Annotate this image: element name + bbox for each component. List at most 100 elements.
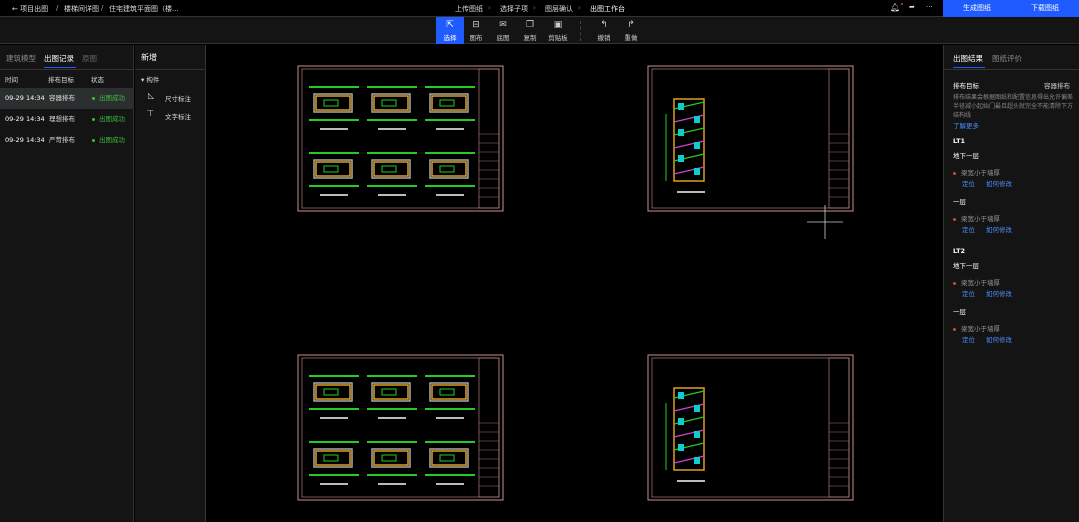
stair-landing	[678, 392, 684, 399]
dimension-line	[309, 119, 359, 121]
plan-stair	[439, 454, 455, 462]
record-row[interactable]: 09-29 14:34 严苛排布 出图成功	[0, 130, 134, 151]
tool-label: 重做	[624, 34, 638, 42]
group-components[interactable]: ▾ 构件	[141, 74, 159, 84]
group-name: LT1	[953, 137, 966, 145]
tab-output-records[interactable]: 出图记录	[44, 53, 74, 64]
record-time: 09-29 14:34	[5, 94, 45, 102]
plan-beam	[315, 450, 351, 466]
locate-link[interactable]: 定位	[962, 178, 975, 188]
dimension-line	[309, 152, 359, 154]
how-to-fix-link[interactable]: 如何修改	[986, 178, 1012, 188]
sheet-inner-frame	[301, 68, 500, 209]
tool-clipboard[interactable]: ▣ 剪贴板	[544, 17, 572, 44]
text-annotation[interactable]: 文字标注	[165, 111, 191, 121]
plan-beam	[373, 384, 409, 400]
locate-link[interactable]: 定位	[962, 288, 975, 298]
record-row[interactable]: 09-29 14:34 容器排布 出图成功	[0, 88, 134, 109]
col-status: 状态	[91, 76, 104, 84]
chevron-right-icon: ›	[488, 4, 491, 12]
tool-cursor[interactable]: ⇱ 选择	[436, 17, 464, 44]
record-row[interactable]: 09-29 14:34 理想排布 出图成功	[0, 109, 134, 130]
breadcrumb-item[interactable]: 楼梯间详图	[64, 4, 99, 14]
text-icon: ⊤	[147, 109, 154, 118]
plan-stair	[323, 454, 339, 462]
how-to-fix-link[interactable]: 如何修改	[986, 224, 1012, 234]
share-icon[interactable]: ➦	[909, 3, 915, 11]
download-drawing-button[interactable]: 下载图纸	[1011, 0, 1079, 17]
locate-link[interactable]: 定位	[962, 224, 975, 234]
generate-drawing-button[interactable]: 生成图纸	[943, 0, 1011, 17]
step-workbench[interactable]: 出图工作台	[590, 4, 625, 14]
issue-item: 梁宽小于墙厚	[953, 213, 1000, 223]
dimension-annotation[interactable]: 尺寸标注	[165, 93, 191, 103]
dimension-line	[309, 474, 359, 476]
copy-icon: ❐	[525, 20, 535, 30]
how-to-fix-link[interactable]: 如何修改	[986, 288, 1012, 298]
dimension-line	[309, 375, 359, 377]
tool-image[interactable]: ✉ 底图	[489, 17, 517, 44]
title-block	[478, 357, 500, 498]
breadcrumb-item[interactable]: 住宅建筑平面图（楼...	[109, 4, 179, 14]
section-caption	[677, 480, 705, 482]
toolbar-divider	[580, 21, 581, 41]
plan-stair	[439, 388, 455, 396]
plan-caption	[378, 128, 406, 130]
dimension-line	[425, 185, 475, 187]
dimension-line	[425, 375, 475, 377]
record-time: 09-29 14:34	[5, 115, 45, 123]
dimension-line	[309, 441, 359, 443]
tool-redo[interactable]: ↱ 重做	[617, 17, 645, 44]
more-icon[interactable]: ···	[926, 3, 933, 11]
plan-beam	[315, 95, 351, 111]
plan-stair	[323, 388, 339, 396]
back-link[interactable]: ← 项目出图	[12, 4, 48, 14]
redo-icon: ↱	[627, 20, 635, 30]
section-caption	[677, 191, 705, 193]
dimension-line	[309, 86, 359, 88]
floor-name: 地下一层	[953, 262, 979, 270]
learn-more-link[interactable]: 了解更多	[953, 120, 979, 130]
stair-landing	[678, 444, 684, 451]
tab-building-model[interactable]: 建筑模型	[6, 53, 36, 64]
tab-indicator	[953, 67, 985, 68]
how-to-fix-link[interactable]: 如何修改	[986, 334, 1012, 344]
record-status: 出图成功	[92, 109, 125, 130]
record-target: 容器排布	[49, 94, 75, 102]
sheet-inner-frame	[651, 357, 850, 498]
dimension-icon: ◺	[148, 91, 155, 100]
chevron-right-icon: ›	[533, 4, 536, 12]
tab-results[interactable]: 出图结果	[953, 53, 983, 64]
undo-icon: ↰	[600, 20, 608, 30]
tool-copy[interactable]: ❐ 复制	[516, 17, 544, 44]
record-target: 严苛排布	[49, 136, 75, 144]
stair-landing	[694, 431, 700, 438]
dimension-line	[367, 86, 417, 88]
issue-item: 梁宽小于墙厚	[953, 277, 1000, 287]
step-upload[interactable]: 上传图纸	[455, 4, 483, 14]
top-bar: ← 项目出图 / 楼梯间详图 / 住宅建筑平面图（楼... 上传图纸 › 选择子…	[0, 0, 1079, 17]
bell-icon[interactable]: 🔔︎	[890, 3, 900, 12]
tab-indicator	[44, 67, 76, 68]
step-select[interactable]: 选择子项	[500, 4, 528, 14]
plan-beam	[315, 161, 351, 177]
notification-dot	[901, 3, 903, 5]
toolbar: ⇱ 选择 ⊟ 图布 ✉ 底图 ❐ 复制 ▣ 剪贴板 ↰ 撤销 ↱ 重做	[0, 17, 1079, 44]
tool-layout[interactable]: ⊟ 图布	[462, 17, 490, 44]
plan-beam	[431, 161, 467, 177]
tab-original[interactable]: 原图	[82, 53, 97, 64]
tab-evaluation[interactable]: 图纸评价	[992, 53, 1022, 64]
plan-caption	[436, 194, 464, 196]
plan-caption	[320, 194, 348, 196]
locate-link[interactable]: 定位	[962, 334, 975, 344]
tool-undo[interactable]: ↰ 撤销	[590, 17, 618, 44]
plan-stair	[439, 165, 455, 173]
plan-beam	[431, 450, 467, 466]
plan-caption	[378, 417, 406, 419]
breadcrumb-root: 项目出图	[20, 5, 49, 13]
issue-item: 梁宽小于墙厚	[953, 167, 1000, 177]
clipboard-icon: ▣	[553, 20, 563, 30]
drawing-canvas[interactable]	[207, 45, 943, 522]
step-layer[interactable]: 图层确认	[545, 4, 573, 14]
dimension-line	[309, 408, 359, 410]
